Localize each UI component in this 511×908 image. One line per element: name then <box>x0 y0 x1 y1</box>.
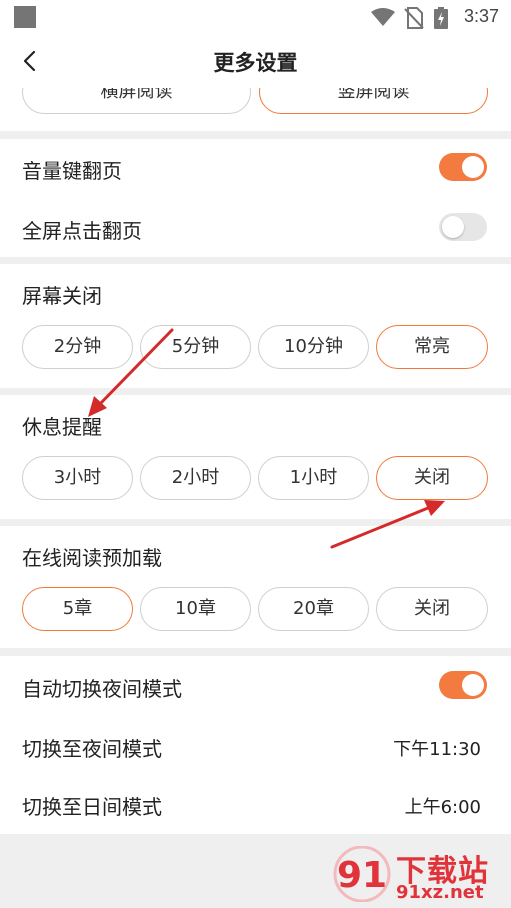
page-turn-section: 音量键翻页 全屏点击翻页 <box>0 139 511 257</box>
preload-option-off[interactable]: 关闭 <box>376 587 488 631</box>
auto-night-mode-label: 自动切换夜间模式 <box>22 677 182 701</box>
wifi-icon <box>371 8 395 26</box>
preload-title: 在线阅读预加载 <box>22 546 162 570</box>
app-bar: 更多设置 <box>0 34 511 88</box>
auto-night-mode-toggle[interactable] <box>439 671 487 699</box>
to-night-mode-row[interactable]: 切换至夜间模式 下午11:30 <box>0 718 511 774</box>
screen-off-option-5min[interactable]: 5分钟 <box>140 325 251 369</box>
status-bar: 3:37 <box>0 0 511 34</box>
to-night-mode-label: 切换至夜间模式 <box>22 737 162 761</box>
volume-key-page-turn-toggle[interactable] <box>439 153 487 181</box>
no-sim-icon <box>404 7 424 29</box>
screen-off-option-10min[interactable]: 10分钟 <box>258 325 369 369</box>
watermark-logo: 91 <box>333 846 391 902</box>
watermark-logo-text: 91 <box>337 855 387 896</box>
to-day-mode-time: 上午6:00 <box>404 797 481 818</box>
status-time: 3:37 <box>463 6 499 26</box>
to-day-mode-row[interactable]: 切换至日间模式 上午6:00 <box>0 776 511 832</box>
preload-section: 在线阅读预加载 5章 10章 20章 关闭 <box>0 526 511 648</box>
rest-reminder-option-off[interactable]: 关闭 <box>376 456 488 500</box>
to-night-mode-time: 下午11:30 <box>393 739 481 760</box>
watermark-url: 91xz.net <box>396 882 484 903</box>
screen-off-title: 屏幕关闭 <box>22 284 102 308</box>
orientation-section: 横屏阅读 竖屏阅读 <box>0 88 511 131</box>
volume-key-page-turn-label: 音量键翻页 <box>22 159 122 183</box>
screen-off-option-always-on[interactable]: 常亮 <box>376 325 488 369</box>
rest-reminder-title: 休息提醒 <box>22 415 102 439</box>
to-day-mode-label: 切换至日间模式 <box>22 795 162 819</box>
option-landscape[interactable]: 横屏阅读 <box>22 88 251 114</box>
fullscreen-tap-label: 全屏点击翻页 <box>22 219 142 243</box>
rest-reminder-option-1h[interactable]: 1小时 <box>258 456 369 500</box>
site-watermark: 91 下载站 91xz.net <box>330 844 505 906</box>
screen-off-option-2min[interactable]: 2分钟 <box>22 325 133 369</box>
battery-charging-icon <box>434 7 448 29</box>
rest-reminder-option-2h[interactable]: 2小时 <box>140 456 251 500</box>
rest-reminder-section: 休息提醒 3小时 2小时 1小时 关闭 <box>0 395 511 519</box>
rest-reminder-option-3h[interactable]: 3小时 <box>22 456 133 500</box>
preload-option-5[interactable]: 5章 <box>22 587 133 631</box>
notification-icon <box>14 6 36 28</box>
fullscreen-tap-toggle[interactable] <box>439 213 487 241</box>
night-mode-section: 自动切换夜间模式 切换至夜间模式 下午11:30 切换至日间模式 上午6:00 <box>0 656 511 834</box>
page-title: 更多设置 <box>213 51 298 75</box>
option-portrait[interactable]: 竖屏阅读 <box>259 88 488 114</box>
screen-off-section: 屏幕关闭 2分钟 5分钟 10分钟 常亮 <box>0 264 511 388</box>
preload-option-20[interactable]: 20章 <box>258 587 369 631</box>
preload-option-10[interactable]: 10章 <box>140 587 251 631</box>
